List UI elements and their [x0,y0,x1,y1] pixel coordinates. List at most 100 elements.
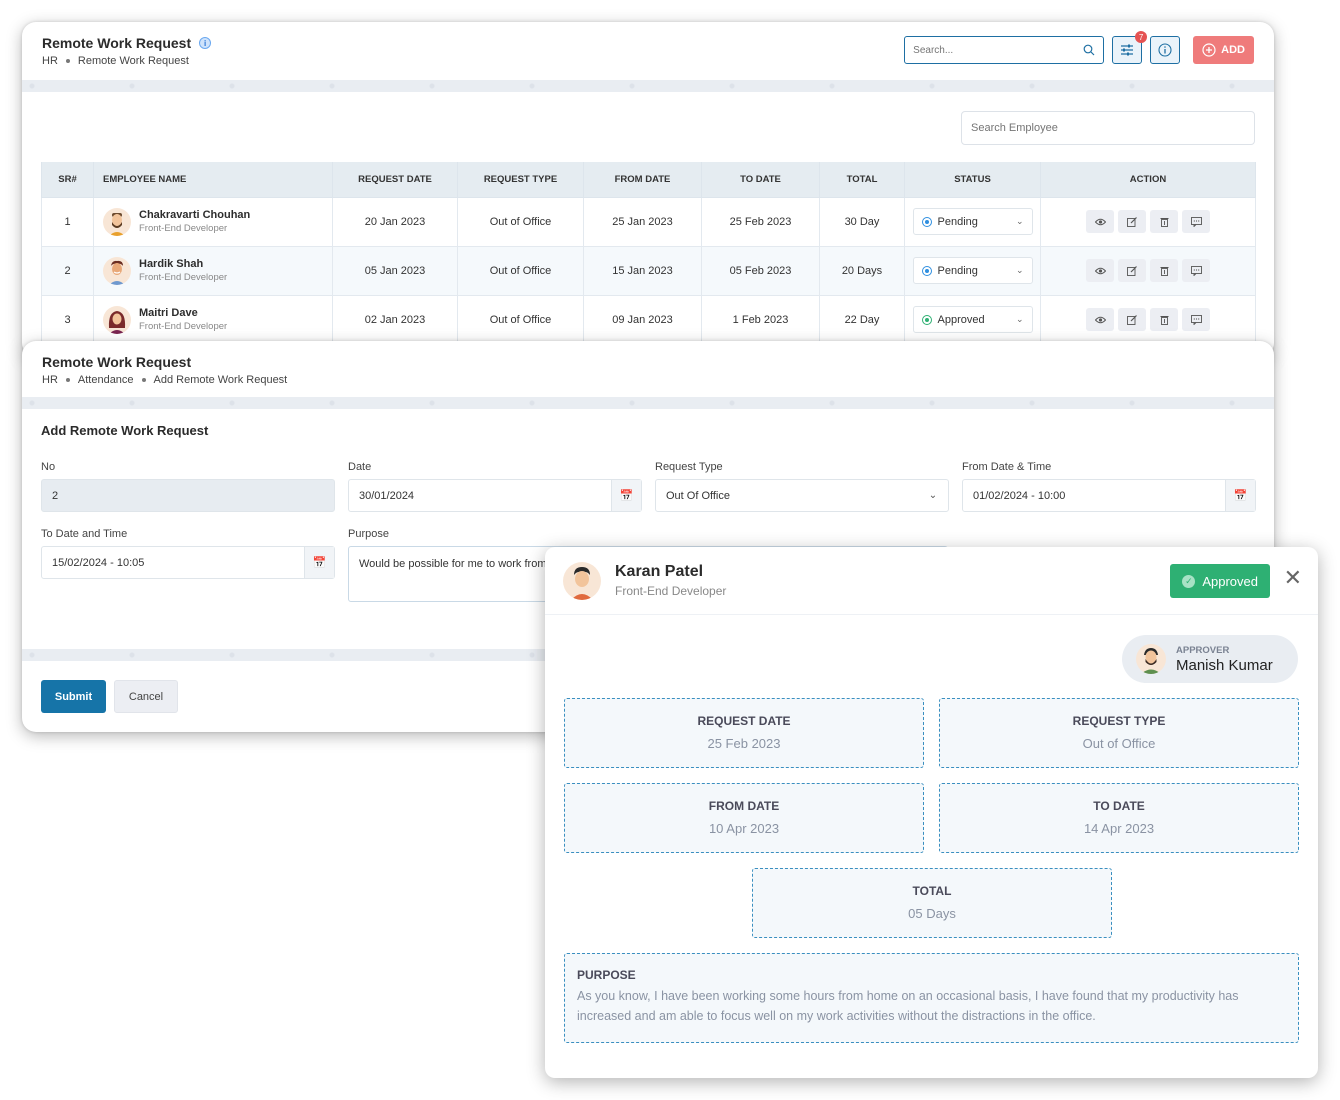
purpose-label: PURPOSE [577,968,636,982]
edit-button[interactable] [1118,259,1146,282]
trash-icon [1160,217,1169,227]
comment-button[interactable] [1182,259,1210,282]
breadcrumb-separator [65,378,70,382]
status-radio-icon [921,216,932,227]
status-dropdown[interactable]: Pending ⌄ [912,257,1033,284]
info-icon[interactable]: i [199,37,212,49]
breadcrumb-separator [141,378,146,382]
column-header-request-type[interactable]: REQUEST TYPE [457,162,584,198]
edit-button[interactable] [1118,308,1146,331]
decorative-strip [22,80,1274,92]
status-value: Approved [937,313,985,326]
no-input: 2 [41,479,335,512]
trash-icon [1160,266,1169,276]
cell-sr: 3 [41,294,94,345]
employee-role: Front-End Developer [139,321,228,332]
column-header-sr[interactable]: SR# [41,162,94,198]
view-button[interactable] [1086,259,1114,282]
employee-name[interactable]: Maitri Dave [139,307,227,319]
comment-icon [1190,265,1202,276]
status-dropdown[interactable]: Approved ⌄ [912,306,1033,333]
breadcrumb: HR Attendance Add Remote Work Request [42,374,1254,386]
delete-button[interactable] [1150,210,1178,233]
column-header-employee-name[interactable]: EMPLOYEE NAME [93,162,333,198]
info-value: Out of Office [1082,736,1156,751]
status-dropdown[interactable]: Pending ⌄ [912,208,1033,235]
row-actions [1041,308,1255,331]
cancel-button[interactable]: Cancel [114,680,178,713]
breadcrumb-item-hr[interactable]: HR [42,374,58,386]
employee-cell: Maitri Dave Front-End Developer [94,305,332,334]
cell-request-date: 05 Jan 2023 [332,245,458,296]
filter-count-badge: 7 [1135,31,1148,43]
chevron-down-icon: ⌄ [1015,216,1024,226]
total-box: TOTAL 05 Days [752,868,1112,938]
table-row[interactable]: 3 Maitri Dave Front-End Developer 02 Jan… [41,294,1256,345]
column-header-total[interactable]: TOTAL [819,162,905,198]
approver-name: Manish Kumar [1176,656,1273,674]
calendar-icon[interactable]: 📅 [304,547,334,578]
comment-button[interactable] [1182,210,1210,233]
column-header-status[interactable]: STATUS [904,162,1041,198]
to-datetime-input[interactable]: 15/02/2024 - 10:05 📅 [41,546,335,579]
status-radio-icon [921,265,932,276]
eye-icon [1094,218,1106,226]
edit-button[interactable] [1118,210,1146,233]
cell-to-date: 25 Feb 2023 [701,196,820,247]
employee-name[interactable]: Chakravarti Chouhan [139,209,250,221]
calendar-icon[interactable]: 📅 [1225,480,1255,511]
search-icon[interactable] [1083,44,1095,56]
cell-request-type: Out of Office [457,294,584,345]
request-detail-card: Karan Patel Front-End Developer ✓ Approv… [545,547,1318,1078]
employee-name[interactable]: Hardik Shah [139,258,227,270]
employee-search-input[interactable] [971,122,1245,134]
field-date: Date 30/01/2024 📅 [348,460,642,527]
cell-total: 20 Days [819,245,905,296]
view-button[interactable] [1086,308,1114,331]
from-datetime-input[interactable]: 01/02/2024 - 10:00 📅 [962,479,1256,512]
plus-circle-icon [1202,43,1216,57]
info-circle-icon [1158,43,1172,57]
check-circle-icon: ✓ [1182,574,1196,588]
table-row[interactable]: 2 Hardik Shah Front-End Developer 05 Jan… [41,245,1256,296]
info-value: 25 Feb 2023 [707,736,781,751]
table-row[interactable]: 1 Chakravarti Chouhan Front-End Develope… [41,196,1256,247]
date-input[interactable]: 30/01/2024 📅 [348,479,642,512]
eye-icon [1094,316,1106,324]
close-icon[interactable]: ✕ [1284,567,1302,589]
delete-button[interactable] [1150,308,1178,331]
filter-button[interactable]: 7 [1112,31,1148,64]
submit-button[interactable]: Submit [41,680,106,713]
field-label: Request Type [655,461,723,473]
search-field[interactable] [904,36,1105,64]
info-label: TO DATE [1093,799,1145,813]
info-value: 05 Days [908,906,956,921]
breadcrumb-item-attendance[interactable]: Attendance [78,374,134,386]
cell-from-date: 25 Jan 2023 [583,196,702,247]
comment-button[interactable] [1182,308,1210,331]
employee-cell: Chakravarti Chouhan Front-End Developer [94,207,332,236]
approver-chip: APPROVER Manish Kumar [1122,635,1298,683]
breadcrumb-item-current: Remote Work Request [77,55,189,67]
field-label: Purpose [348,528,389,540]
breadcrumb-item-hr[interactable]: HR [42,55,58,67]
request-type-select[interactable]: Out Of Office ⌄ [655,479,949,512]
column-header-to-date[interactable]: TO DATE [701,162,820,198]
column-header-from-date[interactable]: FROM DATE [583,162,702,198]
field-label: Date [348,461,372,473]
info-value: 14 Apr 2023 [1083,821,1155,836]
list-body: SR# EMPLOYEE NAME REQUEST DATE REQUEST T… [22,92,1274,345]
info-button[interactable] [1150,36,1181,64]
status-value: Pending [937,215,978,228]
add-button[interactable]: ADD [1193,36,1254,64]
delete-button[interactable] [1150,259,1178,282]
chevron-down-icon: ⌄ [1015,314,1024,324]
info-value: 10 Apr 2023 [708,821,780,836]
employee-search-field[interactable] [961,111,1255,145]
column-header-request-date[interactable]: REQUEST DATE [332,162,458,198]
view-button[interactable] [1086,210,1114,233]
calendar-icon[interactable]: 📅 [611,480,641,511]
field-label: To Date and Time [41,528,128,540]
search-input[interactable] [913,44,1064,56]
cell-request-type: Out of Office [457,196,584,247]
